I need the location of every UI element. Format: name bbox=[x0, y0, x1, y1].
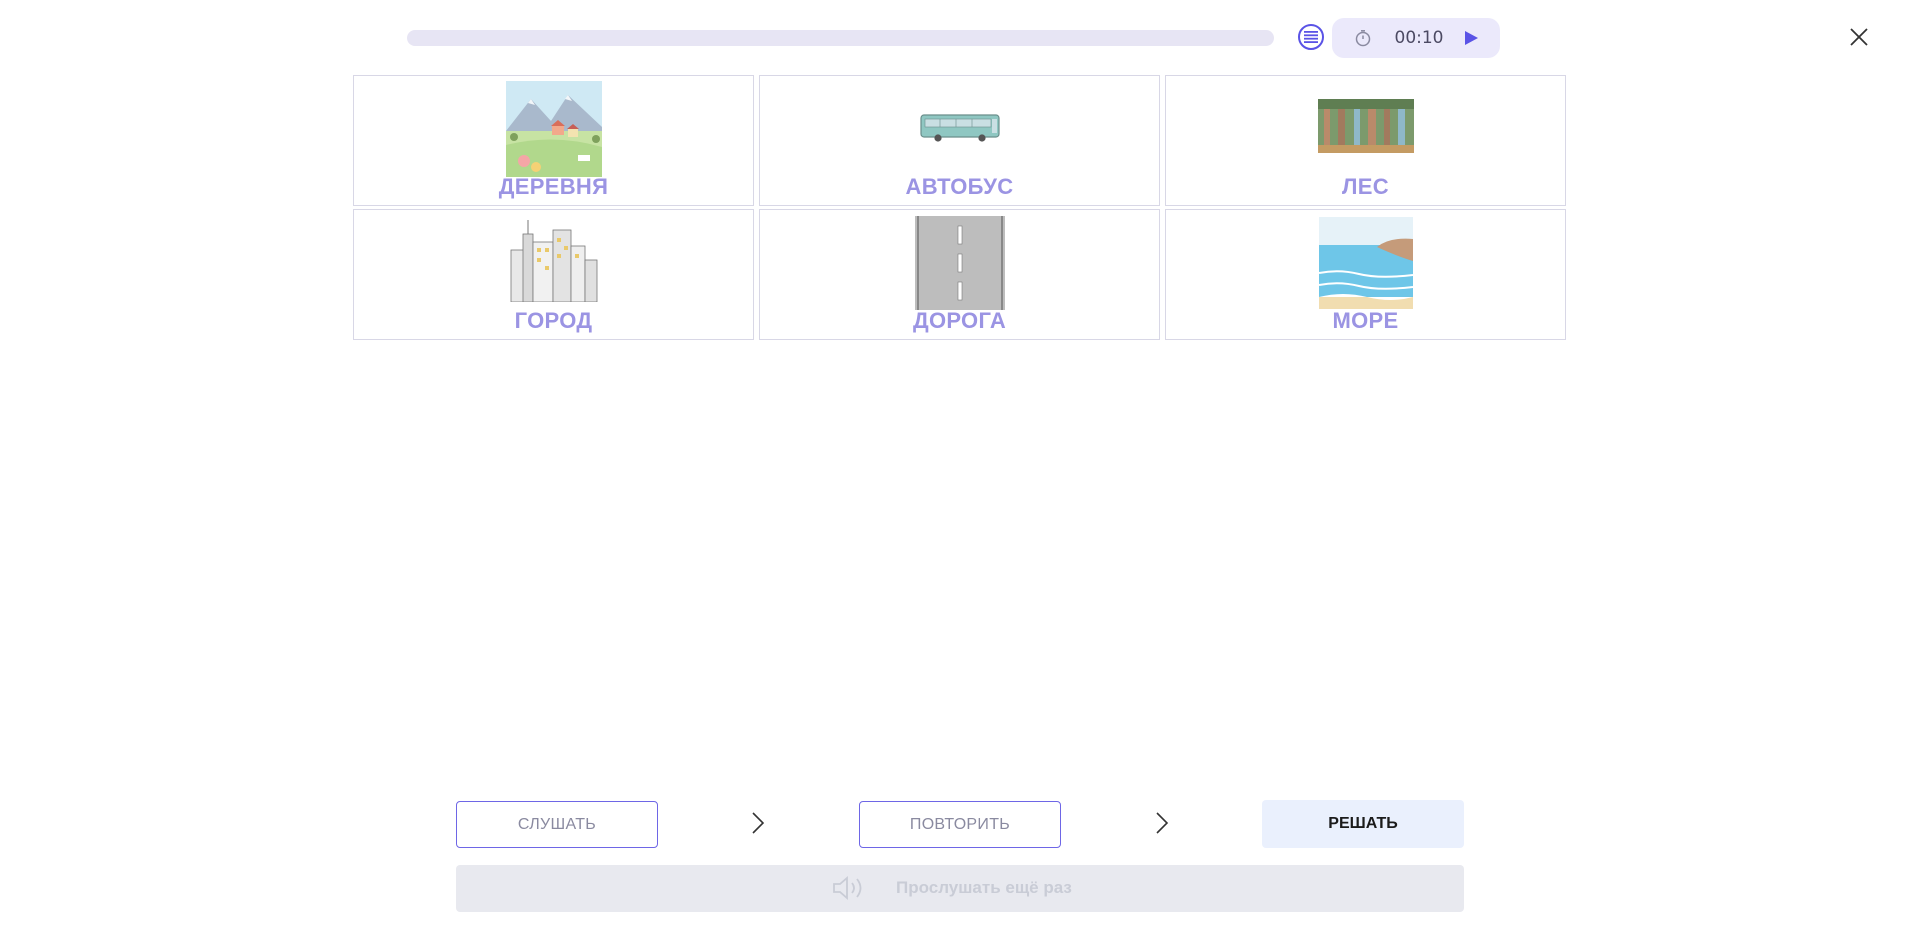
card-label: МОРЕ bbox=[1332, 308, 1399, 333]
card-bus[interactable]: АВТОБУС bbox=[759, 75, 1160, 206]
card-label: АВТОБУС bbox=[905, 174, 1014, 199]
speaker-icon bbox=[832, 875, 866, 905]
card-label: ДЕРЕВНЯ bbox=[498, 174, 609, 199]
card-label: ДОРОГА bbox=[912, 308, 1007, 333]
close-icon[interactable] bbox=[1848, 26, 1870, 48]
card-forest[interactable]: ЛЕС bbox=[1165, 75, 1566, 206]
card-city[interactable]: ГОРОД bbox=[353, 209, 754, 340]
solve-button[interactable]: РЕШАТЬ bbox=[1262, 800, 1464, 848]
repeat-button[interactable]: ПОВТОРИТЬ bbox=[859, 801, 1061, 848]
chevron-right-icon bbox=[1156, 812, 1169, 834]
card-label: ЛЕС bbox=[1342, 174, 1389, 199]
card-sea[interactable]: МОРЕ bbox=[1165, 209, 1566, 340]
timer-text: 00:10 bbox=[1394, 28, 1444, 48]
chevron-right-icon bbox=[752, 812, 765, 834]
card-label: ГОРОД bbox=[514, 308, 593, 333]
play-icon[interactable] bbox=[1462, 29, 1480, 51]
road-image bbox=[912, 216, 1007, 310]
sea-image bbox=[1318, 217, 1413, 309]
village-image bbox=[505, 81, 602, 177]
list-icon[interactable] bbox=[1298, 24, 1324, 50]
stopwatch-icon bbox=[1354, 29, 1372, 51]
timer-pill: 00:10 bbox=[1332, 18, 1500, 58]
progress-bar bbox=[407, 30, 1274, 46]
card-village[interactable]: ДЕРЕВНЯ bbox=[353, 75, 754, 206]
listen-button[interactable]: СЛУШАТЬ bbox=[456, 801, 658, 848]
card-road[interactable]: ДОРОГА bbox=[759, 209, 1160, 340]
city-image bbox=[510, 220, 597, 302]
card-grid: ДЕРЕВНЯ АВТОБУС ЛЕС ГОРОД ДОРОГА МОРЕ bbox=[353, 75, 1567, 342]
replay-label: Прослушать ещё раз bbox=[896, 878, 1072, 897]
bus-image bbox=[919, 114, 1000, 142]
forest-image bbox=[1317, 99, 1414, 153]
replay-button[interactable]: Прослушать ещё раз bbox=[456, 865, 1464, 912]
